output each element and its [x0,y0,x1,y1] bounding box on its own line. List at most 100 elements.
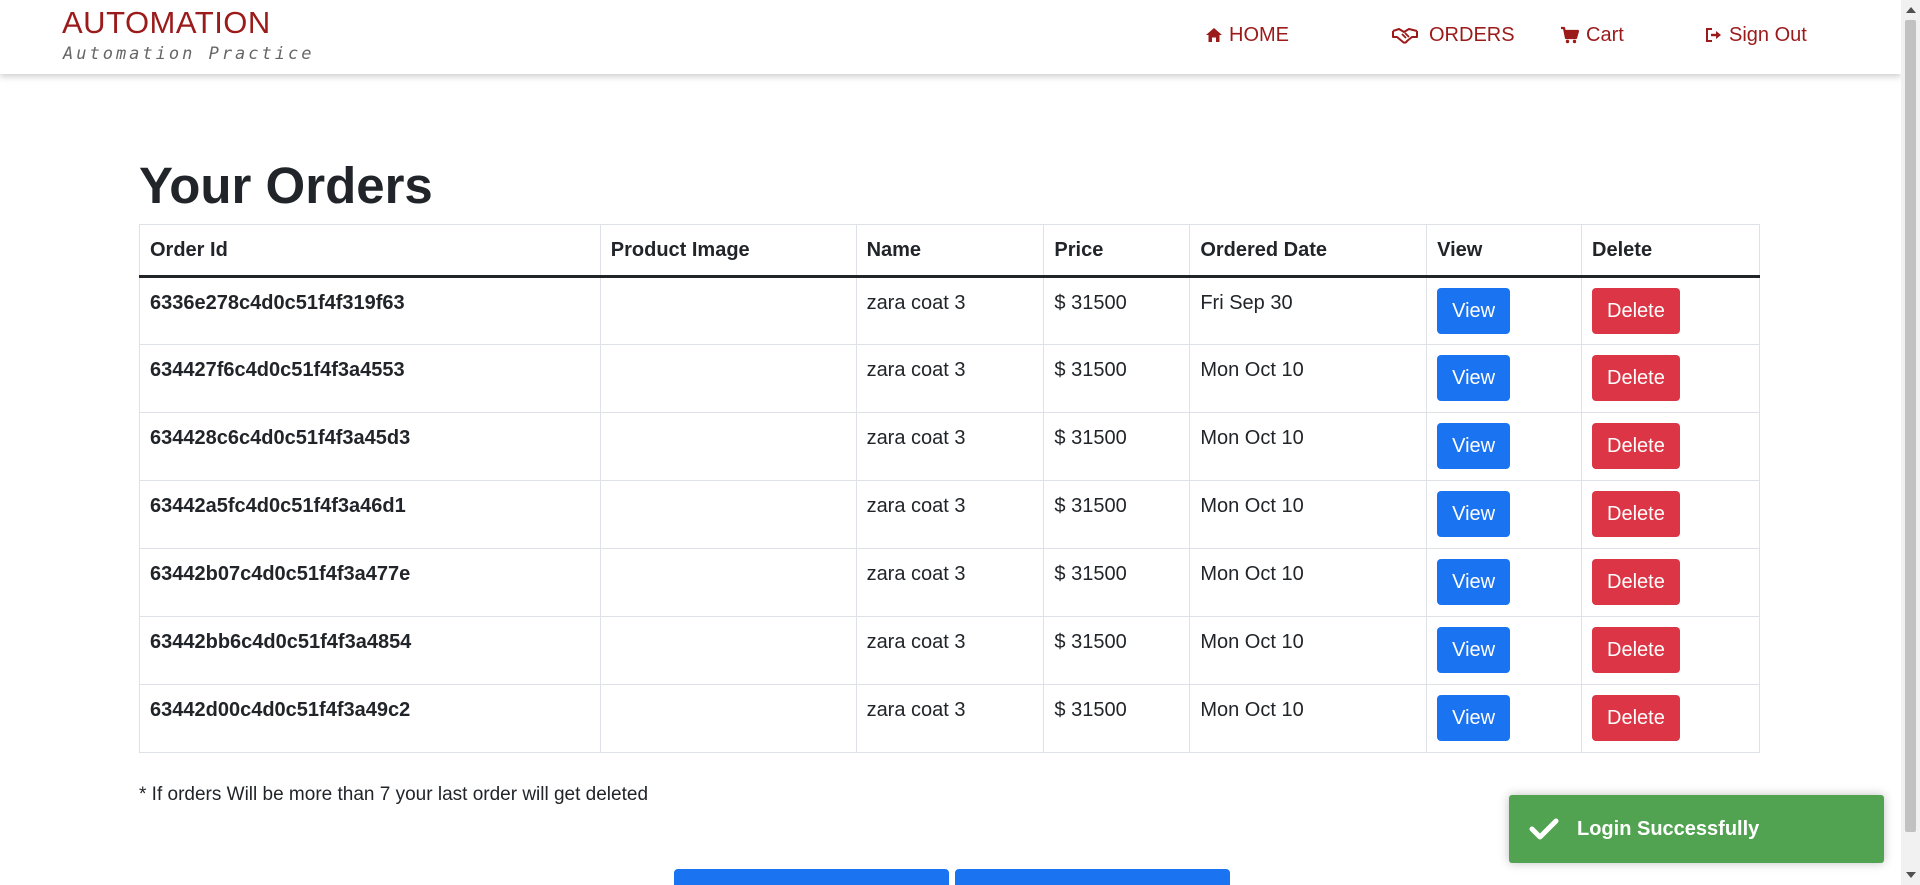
product-image-cell [599,616,857,685]
delete-button[interactable]: Delete [1592,627,1680,673]
product-name-cell: zara coat 3 [855,548,1045,617]
product-image-cell [599,412,857,481]
price-cell: $ 31500 [1043,276,1191,345]
nav-orders-link[interactable]: ORDERS [1391,20,1515,50]
table-row: 63442a5fc4d0c51f4f3a46d1 zara coat 3 $ 3… [139,480,1760,549]
scroll-down-arrow-icon[interactable] [1906,872,1916,878]
table-row: 6336e278c4d0c51f4f319f63 zara coat 3 $ 3… [139,276,1760,345]
delete-button[interactable]: Delete [1592,423,1680,469]
order-id-cell: 63442a5fc4d0c51f4f3a46d1 [139,480,601,549]
ordered-date-cell: Fri Sep 30 [1189,276,1428,345]
product-name-cell: zara coat 3 [855,276,1045,345]
sign-out-icon [1706,28,1721,42]
nav-cart-link[interactable]: Cart [1560,20,1624,50]
delete-cell: Delete [1581,616,1760,685]
view-button[interactable]: View [1437,695,1511,741]
orders-limit-note: * If orders Will be more than 7 your las… [139,784,649,805]
ordered-date-cell: Mon Oct 10 [1189,616,1428,685]
price-cell: $ 31500 [1043,480,1191,549]
price-cell: $ 31500 [1043,548,1191,617]
delete-cell: Delete [1581,412,1760,481]
delete-button[interactable]: Delete [1592,355,1680,401]
ordered-date-cell: Mon Oct 10 [1189,344,1428,413]
delete-cell: Delete [1581,684,1760,753]
toast-message: Login Successfully [1577,817,1760,840]
delete-button[interactable]: Delete [1592,491,1680,537]
table-row: 63442bb6c4d0c51f4f3a4854 zara coat 3 $ 3… [139,616,1760,685]
nav-home-label: HOME [1229,23,1289,46]
checkmark-icon [1529,818,1559,840]
column-header-view: View [1426,224,1583,278]
table-header-row: Order Id Product Image Name Price Ordere… [139,224,1760,278]
delete-cell: Delete [1581,344,1760,413]
success-toast[interactable]: Login Successfully [1509,795,1884,863]
table-row: 63442d00c4d0c51f4f3a49c2 zara coat 3 $ 3… [139,684,1760,753]
view-cell: View [1426,616,1583,685]
view-button[interactable]: View [1437,288,1511,334]
column-header-price: Price [1043,224,1191,278]
view-cell: View [1426,276,1583,345]
view-button[interactable]: View [1437,559,1511,605]
nav-sign-out-label: Sign Out [1729,23,1807,46]
product-image-cell [599,344,857,413]
view-button[interactable]: View [1437,423,1511,469]
nav-cart-label: Cart [1586,23,1624,46]
product-image-cell [599,684,857,753]
column-header-product-image: Product Image [599,224,857,278]
order-id-cell: 63442b07c4d0c51f4f3a477e [139,548,601,617]
delete-cell: Delete [1581,548,1760,617]
order-id-cell: 63442d00c4d0c51f4f3a49c2 [139,684,601,753]
bottom-action-button-right[interactable] [955,869,1230,885]
order-id-cell: 634428c6c4d0c51f4f3a45d3 [139,412,601,481]
view-button[interactable]: View [1437,355,1511,401]
nav-orders-label: ORDERS [1429,23,1515,46]
order-id-cell: 63442bb6c4d0c51f4f3a4854 [139,616,601,685]
product-image-cell [599,548,857,617]
table-row: 634428c6c4d0c51f4f3a45d3 zara coat 3 $ 3… [139,412,1760,481]
product-name-cell: zara coat 3 [855,412,1045,481]
bottom-action-button-left[interactable] [674,869,949,885]
order-id-cell: 6336e278c4d0c51f4f319f63 [139,276,601,345]
ordered-date-cell: Mon Oct 10 [1189,480,1428,549]
ordered-date-cell: Mon Oct 10 [1189,412,1428,481]
brand-subtitle: Automation Practice [63,44,315,64]
delete-cell: Delete [1581,480,1760,549]
price-cell: $ 31500 [1043,684,1191,753]
view-button[interactable]: View [1437,491,1511,537]
delete-cell: Delete [1581,276,1760,345]
product-name-cell: zara coat 3 [855,616,1045,685]
ordered-date-cell: Mon Oct 10 [1189,684,1428,753]
price-cell: $ 31500 [1043,412,1191,481]
table-row: 634427f6c4d0c51f4f3a4553 zara coat 3 $ 3… [139,344,1760,413]
product-name-cell: zara coat 3 [855,480,1045,549]
page: AUTOMATION Automation Practice HOME ORDE… [0,0,1901,885]
product-image-cell [599,480,857,549]
delete-button[interactable]: Delete [1592,559,1680,605]
handshake-icon [1392,28,1418,44]
column-header-name: Name [855,224,1045,278]
column-header-order-id: Order Id [139,224,601,278]
product-name-cell: zara coat 3 [855,344,1045,413]
price-cell: $ 31500 [1043,616,1191,685]
view-cell: View [1426,344,1583,413]
product-image-cell [599,276,857,345]
vertical-scrollbar[interactable] [1901,0,1920,885]
home-icon [1206,28,1222,42]
column-header-ordered-date: Ordered Date [1189,224,1428,278]
price-cell: $ 31500 [1043,344,1191,413]
view-cell: View [1426,548,1583,617]
brand-title[interactable]: AUTOMATION [62,4,271,42]
nav-sign-out-link[interactable]: Sign Out [1705,20,1807,50]
column-header-delete: Delete [1581,224,1760,278]
nav-home-link[interactable]: HOME [1205,20,1289,50]
view-cell: View [1426,684,1583,753]
orders-table: Order Id Product Image Name Price Ordere… [139,224,1760,753]
scrollbar-thumb[interactable] [1905,20,1916,832]
scroll-up-arrow-icon[interactable] [1906,7,1916,13]
delete-button[interactable]: Delete [1592,695,1680,741]
page-title: Your Orders [139,157,433,214]
view-button[interactable]: View [1437,627,1511,673]
order-id-cell: 634427f6c4d0c51f4f3a4553 [139,344,601,413]
view-cell: View [1426,412,1583,481]
delete-button[interactable]: Delete [1592,288,1680,334]
